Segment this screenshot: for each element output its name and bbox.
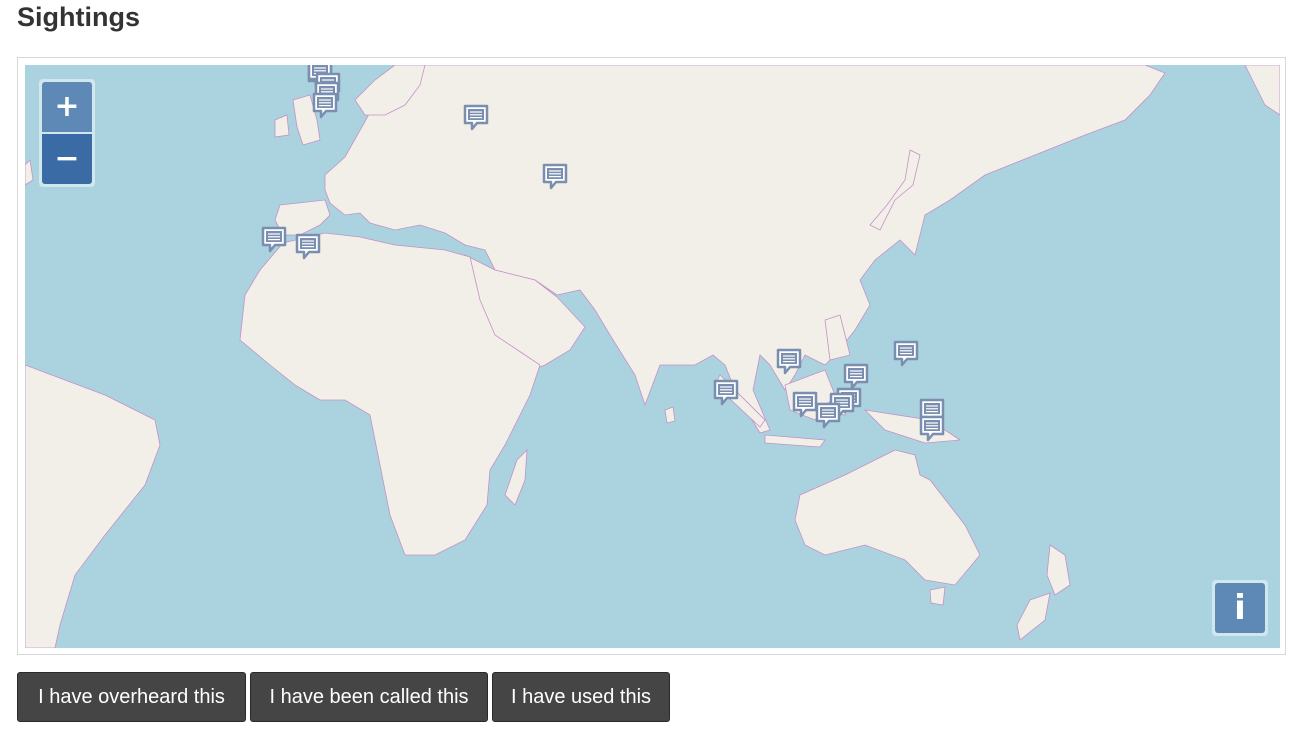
info-button[interactable]: i [1215,583,1265,633]
attribution-control: i [1212,580,1268,636]
speech-bubble-icon [261,226,287,253]
sighting-marker[interactable] [542,163,568,191]
speech-bubble-icon [542,163,568,190]
zoom-out-button[interactable]: − [42,134,92,184]
speech-bubble-icon [312,92,338,119]
sighting-marker[interactable] [893,340,919,368]
zoom-in-button[interactable]: + [42,82,92,132]
been-called-button[interactable]: I have been called this [250,672,488,722]
speech-bubble-icon [919,415,945,442]
tasmania-landmass [929,586,946,606]
overheard-button[interactable]: I have overheard this [17,672,246,722]
sighting-marker[interactable] [463,104,489,132]
speech-bubble-icon [776,348,802,375]
map-frame: + − i [17,57,1286,655]
sighting-marker[interactable] [815,402,841,430]
sighting-marker[interactable] [713,379,739,407]
page-title: Sightings [17,2,140,32]
used-button[interactable]: I have used this [492,672,670,722]
map-base-layer [25,65,1280,648]
sighting-marker[interactable] [261,226,287,254]
srilanka-landmass [664,406,676,424]
speech-bubble-icon [463,104,489,131]
speech-bubble-icon [893,340,919,367]
zoom-control: + − [39,79,95,187]
speech-bubble-icon [295,233,321,260]
sighting-marker[interactable] [919,415,945,443]
sighting-marker[interactable] [776,348,802,376]
speech-bubble-icon [815,402,841,429]
sighting-marker[interactable] [295,233,321,261]
sightings-map[interactable]: + − i [25,65,1280,648]
speech-bubble-icon [713,379,739,406]
sighting-marker[interactable] [312,92,338,120]
